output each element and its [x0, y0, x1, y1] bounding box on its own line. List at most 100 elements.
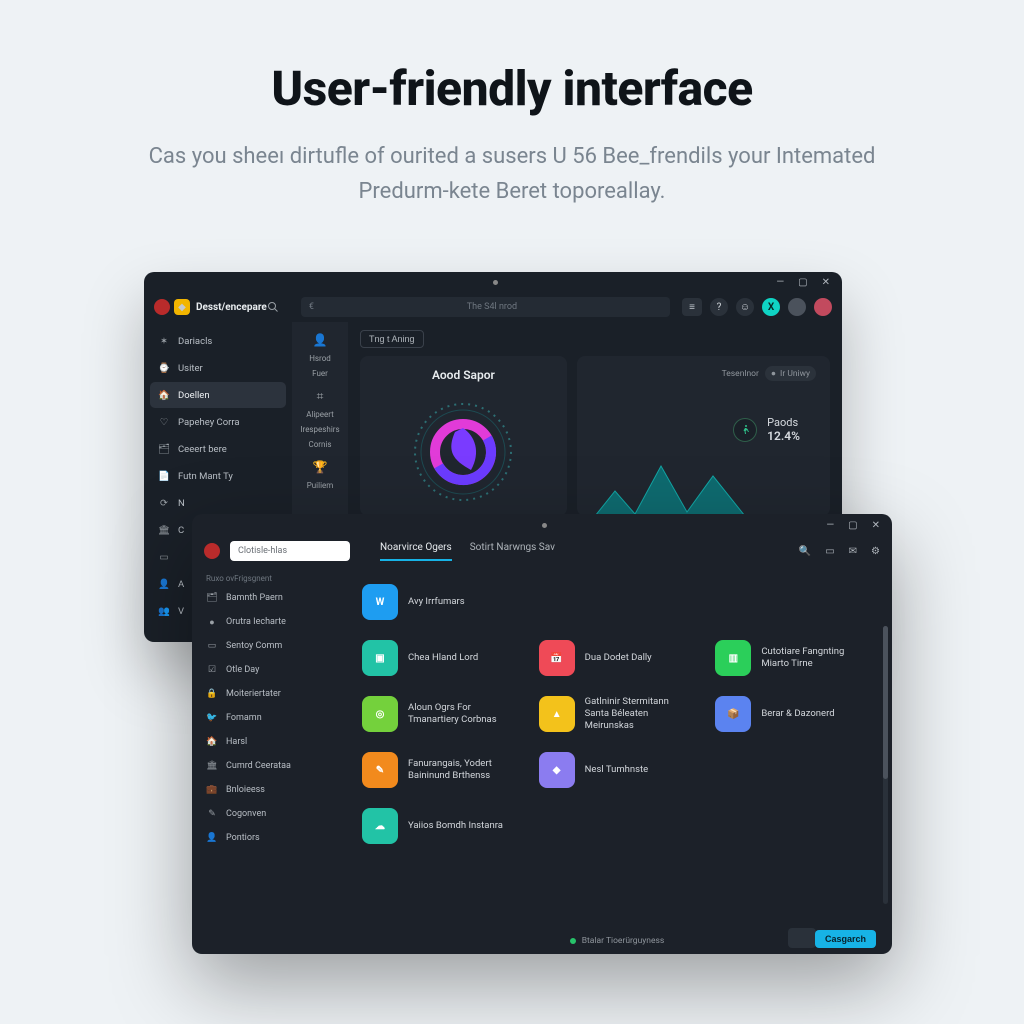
window-max-icon[interactable]: ▢	[848, 520, 857, 531]
hero-subtitle: Cas you sheeı dirtufle of ourited a suse…	[122, 139, 902, 209]
primary-button[interactable]: Casgarch	[815, 930, 876, 948]
avatar-icon[interactable]: X	[762, 298, 780, 316]
window-rear-titlebar: — ▢ ✕	[144, 272, 842, 292]
app-tile[interactable]: 📦Berar & Dazonerd	[715, 696, 872, 732]
tab[interactable]: Noarvirce Ogers	[380, 542, 452, 561]
sidebar-item[interactable]: ✶Dariacls	[150, 328, 286, 354]
sidebar-item[interactable]: 🏠Doellen	[150, 382, 286, 408]
sidebar-item-icon: 🏛	[158, 525, 170, 536]
stats-card: Tesenlnor ●Ir Uniwy Paods 12.4%	[577, 356, 830, 516]
sidebar-item-label: Harsl	[226, 737, 247, 747]
app-tile[interactable]: ▲ Gatlninir Stermitann Santa Béleaten Mei…	[539, 696, 696, 732]
sidebar-item[interactable]: ⟳N	[150, 490, 286, 516]
profile-icon[interactable]: ☺	[736, 298, 754, 316]
app-tile[interactable]: ▣Chea Hland Lord	[362, 640, 519, 676]
sidebar-item-label: Papehey Corra	[178, 417, 240, 428]
app-icon: ▲	[539, 696, 575, 732]
sidebar-item-icon: ✶	[158, 336, 170, 347]
app-tile[interactable]: ✎Fanurangais, Yodert Baininund Brthenss	[362, 752, 519, 788]
app-label: Fanurangais, Yodert Baininund Brthenss	[408, 758, 519, 782]
sidebar-item-icon: 🐦	[206, 713, 218, 723]
sidebar-item[interactable]: 💼Bnloieess	[198, 778, 336, 802]
tab-button[interactable]: Tng t Aning	[360, 330, 424, 348]
sidebar-item-label: Doellen	[178, 390, 210, 401]
app-icon: ◆	[539, 752, 575, 788]
sidebar-item-icon: 🗂	[158, 444, 170, 455]
brand-logo-icon	[154, 299, 170, 315]
app-tile[interactable]: ☁Yaiios Bomdh Instanra	[362, 808, 519, 844]
window-max-icon[interactable]: ▢	[798, 277, 807, 288]
sidebar-item-label: Bamnth Paern	[226, 593, 283, 603]
sidebar-item[interactable]: 🏠Harsl	[198, 730, 336, 754]
sidebar-item[interactable]: 🗂Bamnth Paern	[198, 586, 336, 610]
app-tile[interactable]: ◆Nesl Tumhnste	[539, 752, 696, 788]
sidebar-item-icon: ▭	[206, 641, 218, 651]
gauge-card: Aood Sapor	[360, 356, 567, 516]
scrollbar[interactable]	[883, 626, 888, 904]
scrollbar-thumb[interactable]	[883, 626, 888, 779]
sidebar-item[interactable]: 🏛Cumrd Ceerataa	[198, 754, 336, 778]
search-icon[interactable]: 🔍	[799, 546, 811, 557]
sidebar-item[interactable]: 🐦 Fomamn	[198, 706, 336, 730]
mail-icon[interactable]: ✉	[849, 546, 857, 557]
sidebar-item[interactable]: ☑ Otle Day	[198, 658, 336, 682]
sidebar-item[interactable]: 🔒Moiteriertater	[198, 682, 336, 706]
sidebar-item-icon: 📄	[158, 471, 170, 482]
sidebar-item-label: Otle Day	[226, 665, 259, 675]
app-icon: ▥	[715, 640, 751, 676]
app-tile[interactable]: ▥Cutotiare Fangnting Miarto Tirne	[715, 640, 872, 676]
sidebar-item[interactable]: 👤Pontiors	[198, 826, 336, 850]
sidebar-item[interactable]: ●Orutra Iecharte	[198, 610, 336, 634]
sidebar-item-icon: ☑	[206, 665, 218, 675]
window-min-icon[interactable]: —	[826, 520, 834, 531]
stat-pill[interactable]: ●Ir Uniwy	[765, 366, 816, 381]
window-close-icon[interactable]: ✕	[822, 277, 830, 288]
sidebar-item-label: Ceeert bere	[178, 444, 227, 455]
sidebar-item[interactable]: 🗂 Ceeert bere	[150, 436, 286, 462]
sidebar-item-icon: 👥	[158, 606, 170, 617]
sidebar-item[interactable]: ♡Papehey Corra	[150, 409, 286, 435]
app-icon: ◎	[362, 696, 398, 732]
rail-icon[interactable]: ⌗	[317, 384, 324, 408]
app-tile[interactable]: 📅Dua Dodet Dally	[539, 640, 696, 676]
status-dot-icon	[570, 938, 576, 944]
gear-icon[interactable]: ⚙	[871, 546, 880, 557]
sidebar-item-label: Bnloieess	[226, 785, 265, 795]
window-min-icon[interactable]: —	[776, 277, 784, 288]
sidebar-item-label: Usiter	[178, 363, 203, 374]
address-bar[interactable]: € The S4l nrod	[301, 297, 670, 317]
secondary-button[interactable]	[788, 928, 816, 948]
app-tile[interactable]: ◎Aloun Ogrs For Tmanartiery Corbnas	[362, 696, 519, 732]
sidebar-item-label: Fomamn	[226, 713, 262, 723]
app-label: Yaiios Bomdh Instanra	[408, 820, 503, 832]
sidebar-item-label: A	[178, 579, 184, 590]
rail-icon[interactable]: 👤	[313, 328, 328, 352]
sidebar-item-icon: ⟳	[158, 498, 170, 509]
sidebar-item[interactable]: ⌚ Usiter	[150, 355, 286, 381]
sidebar-item-label: Orutra Iecharte	[226, 617, 286, 627]
tab[interactable]: Sotirt Narwngs Sav	[470, 542, 555, 561]
legend-percent: 12.4%	[767, 429, 800, 443]
app-icon: ▣	[362, 640, 398, 676]
sidebar-item-icon: 👤	[158, 579, 170, 590]
menu-icon[interactable]: ≡	[682, 298, 702, 316]
sidebar-item[interactable]: 📄 Futn Mant Ty	[150, 463, 286, 489]
window-close-icon[interactable]: ✕	[872, 520, 880, 531]
sidebar-item-label: Futn Mant Ty	[178, 471, 233, 482]
app-tile[interactable]: WAvy Irrfumars	[362, 584, 519, 620]
legend-label: Paods	[767, 416, 800, 429]
sidebar-item[interactable]: ▭Sentoy Comm	[198, 634, 336, 658]
tabs: Noarvirce Ogers Sotirt Narwngs Sav	[380, 542, 555, 561]
search-icon[interactable]	[267, 301, 279, 313]
app-label: Gatlninir Stermitann Santa Béleaten Meir…	[585, 696, 696, 732]
help-icon[interactable]: ?	[710, 298, 728, 316]
status-dot-1-icon[interactable]	[788, 298, 806, 316]
search-input[interactable]: Clotisle-hlas	[230, 541, 350, 561]
status-dot-2-icon[interactable]	[814, 298, 832, 316]
app-icon: W	[362, 584, 398, 620]
sidebar-item-label: N	[178, 498, 185, 509]
rail-icon[interactable]: 🏆	[313, 455, 328, 479]
panel-icon[interactable]: ▭	[825, 546, 834, 557]
sidebar-item-icon: ⌚	[158, 363, 170, 374]
sidebar-item[interactable]: ✎Cogonven	[198, 802, 336, 826]
